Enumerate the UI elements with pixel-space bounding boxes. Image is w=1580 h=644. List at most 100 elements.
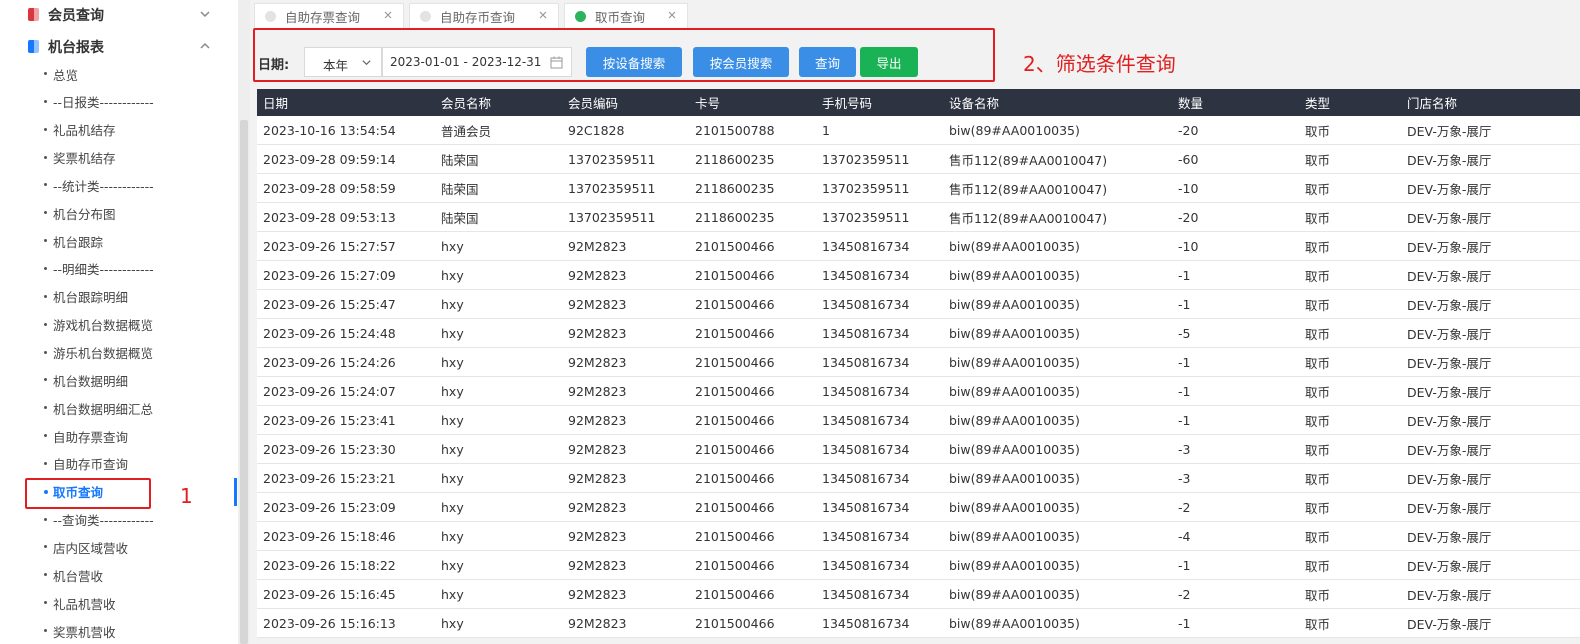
table-cell: 2101500466: [689, 318, 816, 348]
column-header[interactable]: 日期: [257, 89, 435, 116]
column-header[interactable]: 卡号: [689, 89, 816, 116]
bullet-icon: [44, 378, 47, 382]
sidebar-item[interactable]: 礼品机营收: [0, 589, 238, 617]
table-row[interactable]: 2023-09-26 15:18:22 hxy 92M2823 2101500466 1…: [257, 550, 1580, 580]
sidebar-group-machine-report[interactable]: 机台报表: [0, 32, 238, 62]
sidebar-item[interactable]: --明细类------------: [0, 255, 238, 283]
sidebar-item[interactable]: 机台数据明细: [0, 366, 238, 394]
bullet-icon: [44, 127, 47, 131]
table-row[interactable]: 2023-09-26 15:18:46 hxy 92M2823 2101500466 1…: [257, 521, 1580, 551]
table-row[interactable]: 2023-09-26 15:16:45 hxy 92M2823 2101500466 1…: [257, 579, 1580, 609]
sidebar-group-member-query[interactable]: 会员查询: [0, 0, 238, 30]
table-cell: 2023-09-26 15:16:45: [257, 579, 435, 609]
bullet-icon: [44, 434, 47, 438]
column-header[interactable]: 手机号码: [816, 89, 943, 116]
table-row[interactable]: 2023-09-26 15:16:13 hxy 92M2823 2101500466 1…: [257, 608, 1580, 638]
close-icon[interactable]: [667, 10, 677, 20]
column-header[interactable]: 数量: [1172, 89, 1299, 116]
table-cell: hxy: [435, 492, 562, 522]
sidebar-scrollbar[interactable]: [238, 0, 250, 644]
close-icon[interactable]: [538, 10, 548, 20]
column-header[interactable]: 设备名称: [943, 89, 1172, 116]
bullet-icon: [44, 406, 47, 410]
column-header[interactable]: 门店名称: [1401, 89, 1580, 116]
sidebar-item-label: --日报类------------: [53, 95, 154, 111]
column-header[interactable]: 会员名称: [435, 89, 562, 116]
close-icon[interactable]: [383, 10, 393, 20]
table-cell: 2023-10-16 13:54:54: [257, 116, 435, 145]
table-header-row: 日期 会员名称 会员编码 卡号 手机号码 设备名称 数量 类型 门店名称: [257, 89, 1580, 116]
tab-coin-withdrawal[interactable]: 取币查询: [564, 3, 688, 29]
bullet-icon: [44, 573, 47, 577]
table-cell: 13450816734: [816, 579, 943, 609]
table-row[interactable]: 2023-09-26 15:23:21 hxy 92M2823 2101500466 1…: [257, 463, 1580, 493]
table-cell: biw(89#AA0010035): [943, 231, 1172, 261]
table-row[interactable]: 2023-10-16 13:54:54 普通会员 92C1828 2101500788…: [257, 116, 1580, 145]
table-row[interactable]: 2023-09-26 15:27:09 hxy 92M2823 2101500466 1…: [257, 260, 1580, 290]
chevron-up-icon[interactable]: [199, 40, 211, 52]
column-header[interactable]: 类型: [1299, 89, 1401, 116]
table-cell: hxy: [435, 521, 562, 551]
table-cell: -20: [1172, 202, 1299, 232]
table-cell: 2023-09-26 15:16:13: [257, 608, 435, 638]
table-row[interactable]: 2023-09-26 15:24:07 hxy 92M2823 2101500466 1…: [257, 376, 1580, 406]
table-row[interactable]: 2023-09-26 15:23:41 hxy 92M2823 2101500466 1…: [257, 405, 1580, 435]
table-cell: hxy: [435, 260, 562, 290]
table-cell: -1: [1172, 550, 1299, 580]
table-cell: 2118600235: [689, 144, 816, 174]
table-row[interactable]: 2023-09-28 09:53:13 陆荣国 13702359511 2118600…: [257, 202, 1580, 232]
sidebar-item[interactable]: 机台跟踪明细: [0, 283, 238, 311]
table-cell: DEV-万象-展厅: [1401, 463, 1580, 493]
table-cell: DEV-万象-展厅: [1401, 173, 1580, 203]
sidebar-item[interactable]: 自助存币查询: [0, 450, 238, 478]
table-cell: DEV-万象-展厅: [1401, 144, 1580, 174]
table-cell: 92M2823: [562, 260, 689, 290]
table-row[interactable]: 2023-09-26 15:23:09 hxy 92M2823 2101500466 1…: [257, 492, 1580, 522]
table-cell: -4: [1172, 521, 1299, 551]
scrollbar-thumb[interactable]: [240, 120, 248, 644]
sidebar-item[interactable]: 游戏机台数据概览: [0, 311, 238, 339]
sidebar-item[interactable]: 奖票机结存: [0, 144, 238, 172]
table-row[interactable]: 2023-09-26 15:23:30 hxy 92M2823 2101500466 1…: [257, 434, 1580, 464]
table-cell: 2101500788: [689, 116, 816, 145]
table-row[interactable]: 2023-09-28 09:58:59 陆荣国 13702359511 2118600…: [257, 173, 1580, 203]
table-cell: 售币112(89#AA0010047): [943, 173, 1172, 203]
sidebar-item[interactable]: --日报类------------: [0, 88, 238, 116]
sidebar-item[interactable]: --统计类------------: [0, 171, 238, 199]
table-row[interactable]: 2023-09-28 09:59:14 陆荣国 13702359511 2118600…: [257, 144, 1580, 174]
table-cell: 陆荣国: [435, 202, 562, 232]
sidebar-item[interactable]: 店内区域营收: [0, 533, 238, 561]
tab-self-coin-deposit[interactable]: 自助存币查询: [409, 3, 559, 29]
sidebar-item[interactable]: 机台跟踪: [0, 227, 238, 255]
column-header[interactable]: 会员编码: [562, 89, 689, 116]
chevron-down-icon[interactable]: [199, 8, 211, 20]
sidebar-item[interactable]: 自助存票查询: [0, 422, 238, 450]
table-row[interactable]: 2023-09-26 15:24:48 hxy 92M2823 2101500466 1…: [257, 318, 1580, 348]
table-cell: 2118600235: [689, 202, 816, 232]
table-cell: 2101500466: [689, 463, 816, 493]
table-cell: 92M2823: [562, 550, 689, 580]
sidebar-item[interactable]: 机台营收: [0, 561, 238, 589]
sidebar-item[interactable]: 机台数据明细汇总: [0, 394, 238, 422]
sidebar-item[interactable]: --查询类------------: [0, 506, 238, 534]
tab-self-ticket-deposit[interactable]: 自助存票查询: [254, 3, 404, 29]
table-cell: 92M2823: [562, 434, 689, 464]
sidebar-item[interactable]: 总览: [0, 60, 238, 88]
sidebar-item[interactable]: 机台分布图: [0, 199, 238, 227]
table-cell: 2023-09-28 09:53:13: [257, 202, 435, 232]
sidebar-group-label: 会员查询: [48, 8, 104, 24]
table-cell: 2101500466: [689, 405, 816, 435]
table-row[interactable]: 2023-09-26 15:25:47 hxy 92M2823 2101500466 1…: [257, 289, 1580, 319]
table-row[interactable]: 2023-09-26 15:27:57 hxy 92M2823 2101500466 1…: [257, 231, 1580, 261]
table-row[interactable]: 2023-09-26 15:24:26 hxy 92M2823 2101500466 1…: [257, 347, 1580, 377]
table-cell: hxy: [435, 289, 562, 319]
sidebar-item[interactable]: 游乐机台数据概览: [0, 339, 238, 367]
table-cell: 2101500466: [689, 521, 816, 551]
sidebar-item[interactable]: 奖票机营收: [0, 617, 238, 644]
table-cell: 13702359511: [816, 144, 943, 174]
table-cell: 13450816734: [816, 434, 943, 464]
bullet-icon: [44, 517, 47, 521]
table-cell: 2023-09-26 15:18:22: [257, 550, 435, 580]
bullet-icon: [44, 601, 47, 605]
sidebar-item[interactable]: 礼品机结存: [0, 116, 238, 144]
